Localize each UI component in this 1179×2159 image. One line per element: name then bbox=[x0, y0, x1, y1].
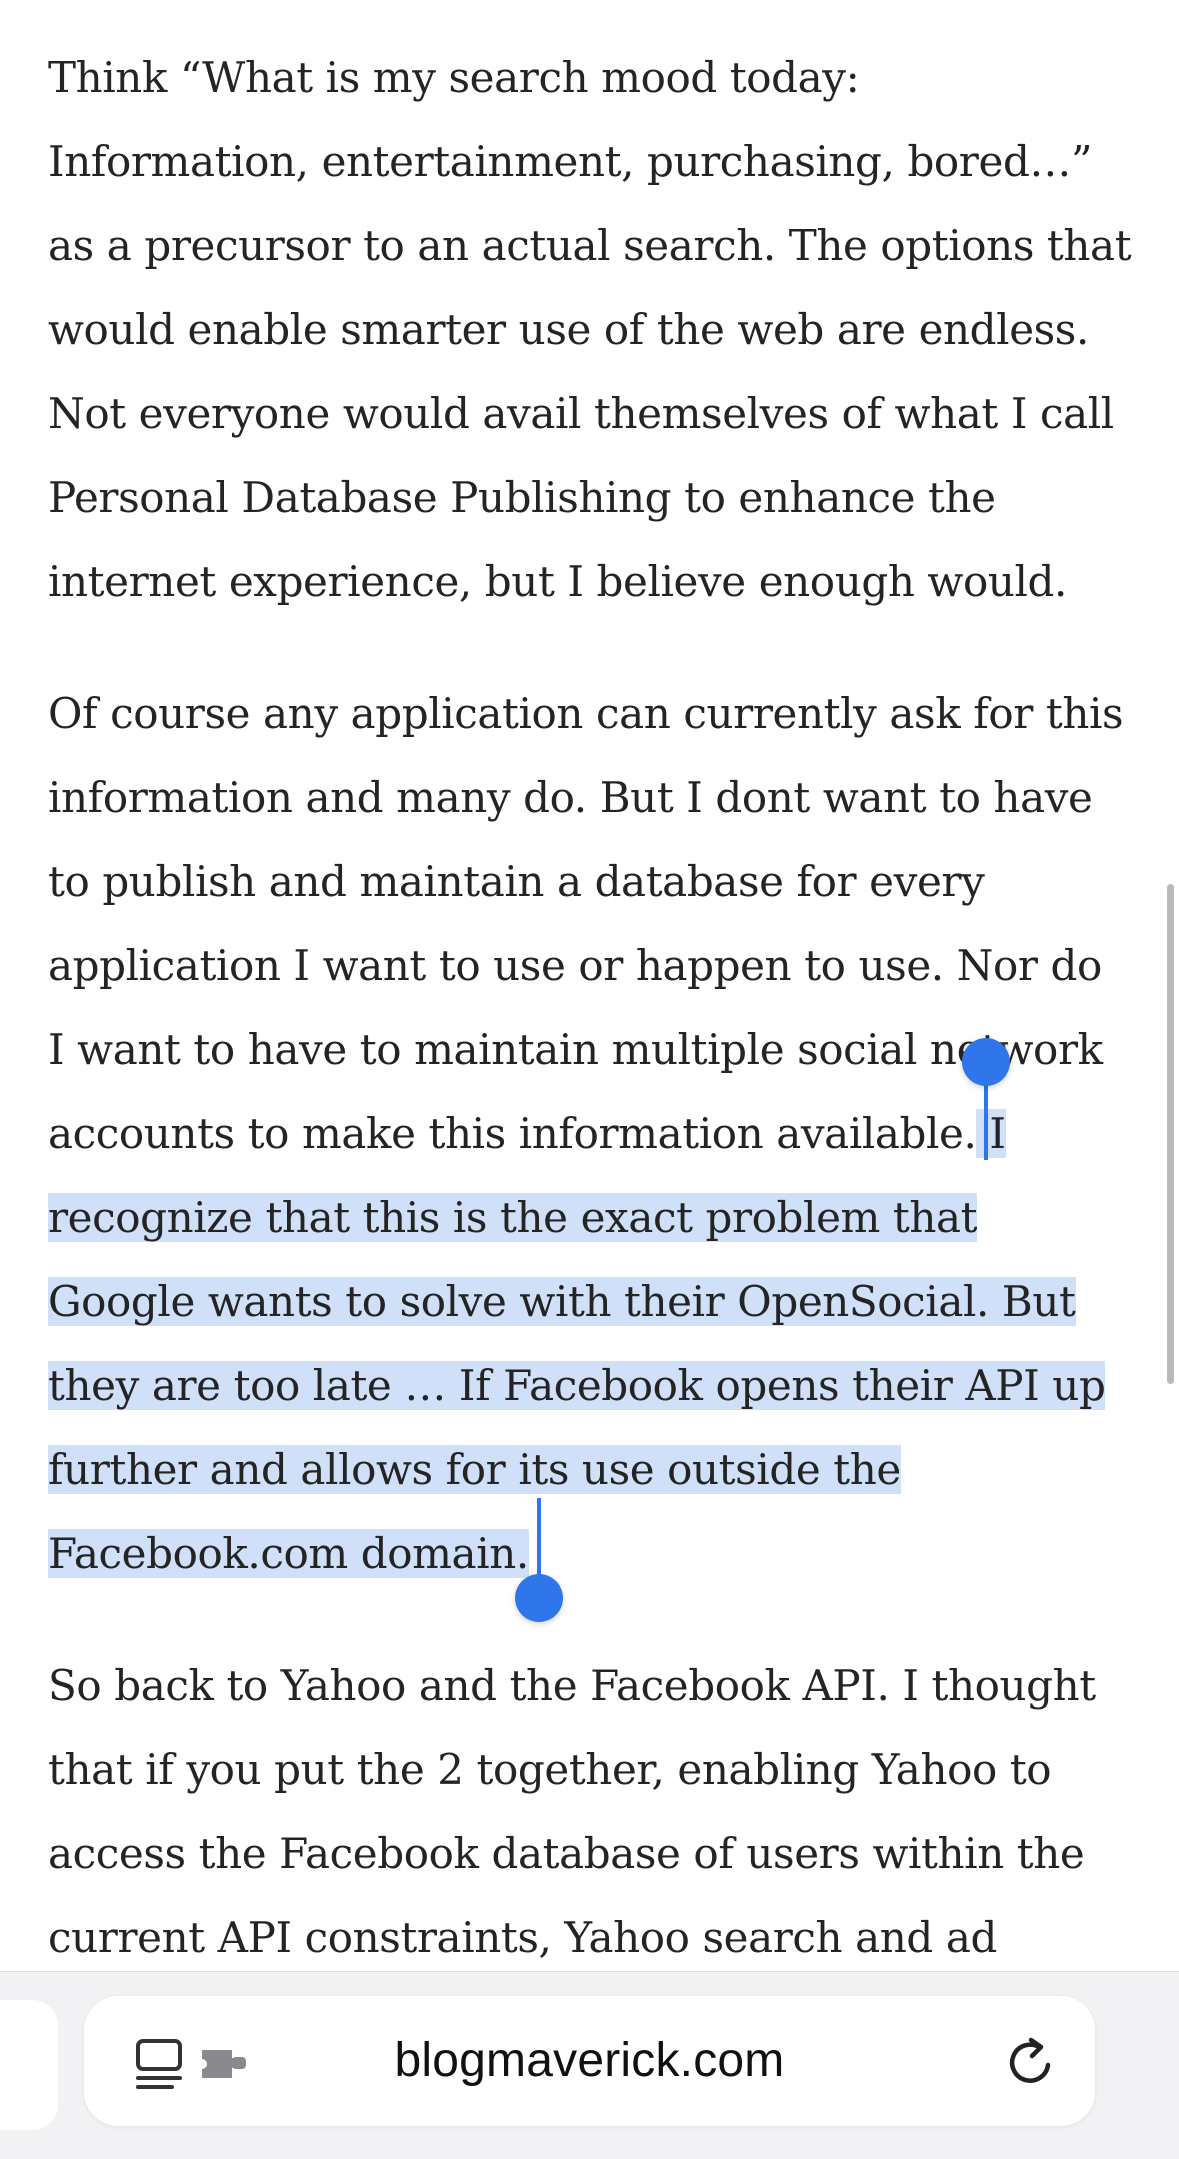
browser-page: Think “What is my search mood today: Inf… bbox=[0, 0, 1179, 2159]
article-paragraph: Think “What is my search mood today: Inf… bbox=[48, 53, 1132, 606]
article-paragraph-with-selection: Of course any application can currently … bbox=[48, 672, 1138, 1596]
selection-end-handle[interactable] bbox=[515, 1574, 563, 1622]
selection-start-handle[interactable] bbox=[962, 1038, 1010, 1086]
reload-icon[interactable] bbox=[1003, 2035, 1057, 2089]
address-bar[interactable]: blogmaverick.com bbox=[84, 1996, 1095, 2126]
url-text[interactable]: blogmaverick.com bbox=[264, 1996, 915, 2126]
article-paragraph: So back to Yahoo and the Facebook API. I… bbox=[48, 1661, 1096, 1962]
scrollbar[interactable] bbox=[1167, 884, 1174, 1384]
extensions-icon[interactable] bbox=[198, 2044, 250, 2084]
article-body: Think “What is my search mood today: Inf… bbox=[48, 36, 1138, 2028]
previous-tab-preview[interactable] bbox=[0, 2000, 58, 2130]
article-text: Of course any application can currently … bbox=[48, 689, 1124, 1158]
browser-toolbar: blogmaverick.com bbox=[0, 1971, 1179, 2159]
reader-mode-icon[interactable] bbox=[134, 2038, 184, 2090]
selected-text[interactable]: I recognize that this is the exact probl… bbox=[48, 1109, 1106, 1578]
